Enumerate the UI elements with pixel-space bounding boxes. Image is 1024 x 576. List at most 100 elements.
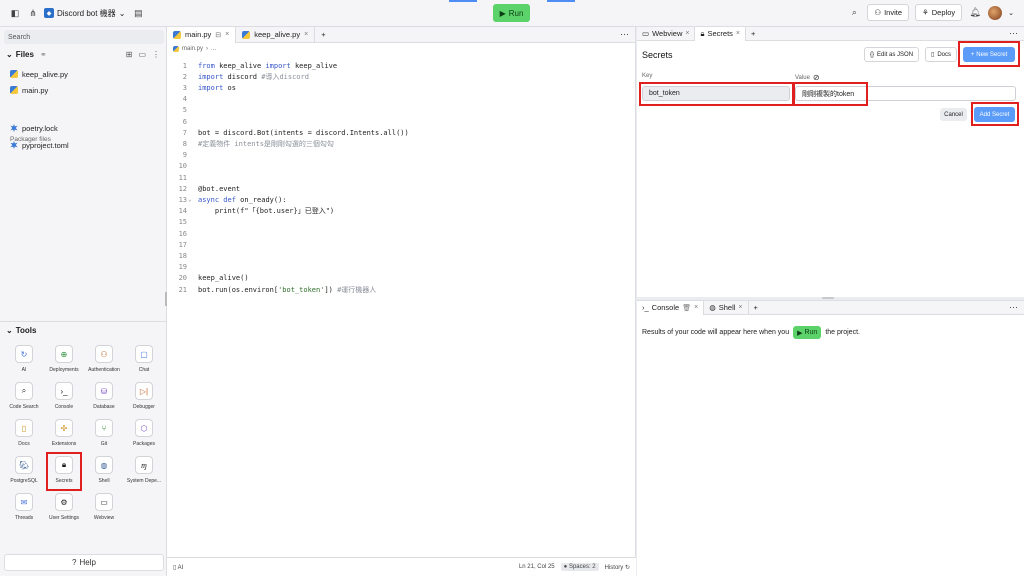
new-tab-button[interactable]: + xyxy=(746,27,760,41)
run-button[interactable]: ▶ Run xyxy=(493,4,530,22)
more-icon[interactable]: ⋯ xyxy=(1009,28,1018,39)
tool-console[interactable]: ›_ Console xyxy=(44,382,84,414)
tool-docs[interactable]: ▯ Docs xyxy=(4,419,44,451)
new-folder-icon[interactable]: ▭ xyxy=(138,50,146,59)
calendar-icon[interactable]: ▤ xyxy=(131,6,145,20)
tab-label: keep_alive.py xyxy=(254,30,301,39)
breadcrumb-file[interactable]: main.py xyxy=(182,46,203,52)
branch-icon[interactable]: ⋔ xyxy=(26,6,40,20)
tool-extensions[interactable]: ✣ Extensions xyxy=(44,419,84,451)
tool-label: AI xyxy=(21,367,27,373)
pane-resize-handle[interactable] xyxy=(822,297,834,299)
code-line[interactable]: 15 xyxy=(167,217,636,228)
help-button[interactable]: ? Help xyxy=(4,554,164,571)
tools-header[interactable]: ⌄ Tools xyxy=(6,326,36,335)
files-settings-icon[interactable]: ⚭ xyxy=(40,50,47,59)
file-item-pyproject[interactable]: pyproject.toml xyxy=(10,139,69,151)
code-line[interactable]: 3 import os xyxy=(167,82,636,93)
chevron-down-icon[interactable]: ⌄ xyxy=(1008,9,1014,17)
docs-button[interactable]: ▯ Docs xyxy=(925,47,957,62)
code-line[interactable]: 2 import discord #導入discord xyxy=(167,71,636,82)
code-line[interactable]: 5 xyxy=(167,105,636,116)
tool-database[interactable]: ⛁ Database xyxy=(84,382,124,414)
tool-postgresql[interactable]: 🐘︎ PostgreSQL xyxy=(4,456,44,488)
file-item-keep-alive[interactable]: keep_alive.py xyxy=(10,68,68,80)
tool-threads[interactable]: ✉ Threads xyxy=(4,493,44,525)
tab-webview[interactable]: ▭ Webview × xyxy=(637,26,696,41)
file-item-main[interactable]: main.py xyxy=(10,84,48,96)
code-line[interactable]: 18 xyxy=(167,250,636,261)
search-input[interactable]: Search xyxy=(4,30,164,44)
code-line[interactable]: 13 ⌄ async def on_ready(): xyxy=(167,194,636,205)
tool-webview[interactable]: ▭ Webview xyxy=(84,493,124,525)
tool-system-deps[interactable]: ɱ System Depe... xyxy=(124,456,164,488)
tab-keep-alive-py[interactable]: keep_alive.py × xyxy=(236,26,316,43)
tool-authentication[interactable]: ⚇ Authentication xyxy=(84,345,124,377)
code-line[interactable]: 16 xyxy=(167,228,636,239)
code-line[interactable]: 19 xyxy=(167,262,636,273)
ai-status[interactable]: ▯ AI xyxy=(173,564,183,571)
new-tab-button[interactable]: + xyxy=(749,301,763,315)
close-icon[interactable]: × xyxy=(694,304,698,311)
close-icon[interactable]: × xyxy=(736,30,740,37)
tab-secrets[interactable]: 🔒︎ Secrets × xyxy=(695,26,747,41)
code-line[interactable]: 9 xyxy=(167,150,636,161)
more-icon[interactable]: ⋮ xyxy=(152,50,160,59)
threads-icon: ✉ xyxy=(15,493,33,511)
breadcrumb-rest[interactable]: ... xyxy=(211,46,216,52)
deploy-button[interactable]: ⚘ Deploy xyxy=(915,4,963,21)
tool-deployments[interactable]: ⊕ Deployments xyxy=(44,345,84,377)
fold-chevron-icon[interactable]: ⌄ xyxy=(188,196,192,203)
line-number: 7 xyxy=(182,128,187,137)
code-line[interactable]: 6 xyxy=(167,116,636,127)
tab-console[interactable]: ›_ Console 🗑︎ × xyxy=(637,300,705,315)
split-icon[interactable]: ⊟ xyxy=(215,31,221,39)
code-line[interactable]: 8 #定義物件 intents是剛剛勾選的三個勾勾 xyxy=(167,138,636,149)
tool-git[interactable]: ⑂ Git xyxy=(84,419,124,451)
code-line[interactable]: 21 bot.run(os.environ['bot_token']) #運行機器… xyxy=(167,284,636,295)
trash-icon[interactable]: 🗑︎ xyxy=(682,304,691,312)
inline-run-button[interactable]: ▶ Run xyxy=(793,326,822,339)
search-icon[interactable]: ⌕ xyxy=(847,6,861,20)
code-line[interactable]: 17 xyxy=(167,239,636,250)
new-file-icon[interactable]: ⊞ xyxy=(126,50,133,59)
code-line[interactable]: 11 xyxy=(167,172,636,183)
code-line[interactable]: 7 bot = discord.Bot(intents = discord.Int… xyxy=(167,127,636,138)
close-icon[interactable]: × xyxy=(685,30,689,37)
code-line[interactable]: 20 keep_alive() xyxy=(167,273,636,284)
tab-shell[interactable]: ◍ Shell × xyxy=(704,300,749,315)
tool-shell[interactable]: ◍ Shell xyxy=(84,456,124,488)
indent-setting[interactable]: ● Spaces: 2 xyxy=(560,563,599,571)
secrets-title: Secrets xyxy=(642,50,673,60)
code-line[interactable]: 1 from keep_alive import keep_alive xyxy=(167,60,636,71)
new-tab-button[interactable]: + xyxy=(315,27,331,43)
repl-name[interactable]: ◆ Discord bot 機器 ⌄ xyxy=(44,8,125,19)
code-line[interactable]: 10 xyxy=(167,161,636,172)
history-button[interactable]: History ↻ xyxy=(605,564,630,571)
code-line[interactable]: 12 @bot.event xyxy=(167,183,636,194)
close-icon[interactable]: × xyxy=(738,304,742,311)
close-icon[interactable]: × xyxy=(304,31,308,38)
file-item-poetry-lock[interactable]: poetry.lock xyxy=(10,122,58,134)
code-line[interactable]: 14 print(f"「{bot.user}」已登入") xyxy=(167,206,636,217)
tool-chat[interactable]: ▢ Chat xyxy=(124,345,164,377)
bell-icon[interactable]: 🔔︎ xyxy=(968,6,982,20)
cursor-position[interactable]: Ln 21, Col 25 xyxy=(519,564,555,570)
chevron-down-icon[interactable]: ⌄ xyxy=(6,50,13,59)
tool-ai[interactable]: ↻ AI xyxy=(4,345,44,377)
tab-main-py[interactable]: main.py ⊟ × xyxy=(167,26,237,43)
sidebar-toggle-icon[interactable]: ◧ xyxy=(8,6,22,20)
more-icon[interactable]: ⋯ xyxy=(620,29,629,40)
tool-packages[interactable]: ⬡ Packages xyxy=(124,419,164,451)
cancel-button[interactable]: Cancel xyxy=(940,108,967,121)
avatar[interactable] xyxy=(988,5,1003,20)
code-line[interactable]: 4 xyxy=(167,94,636,105)
more-icon[interactable]: ⋯ xyxy=(1009,302,1018,313)
eye-off-icon[interactable]: ⊘ xyxy=(813,73,820,82)
close-icon[interactable]: × xyxy=(225,31,229,38)
invite-button[interactable]: ⚇ Invite xyxy=(867,4,910,21)
edit-as-json-button[interactable]: {} Edit as JSON xyxy=(864,47,920,62)
tool-debugger[interactable]: ▷| Debugger xyxy=(124,382,164,414)
tool-code-search[interactable]: ⌕ Code Search xyxy=(4,382,44,414)
tool-user-settings[interactable]: ⚙ User Settings xyxy=(44,493,84,525)
